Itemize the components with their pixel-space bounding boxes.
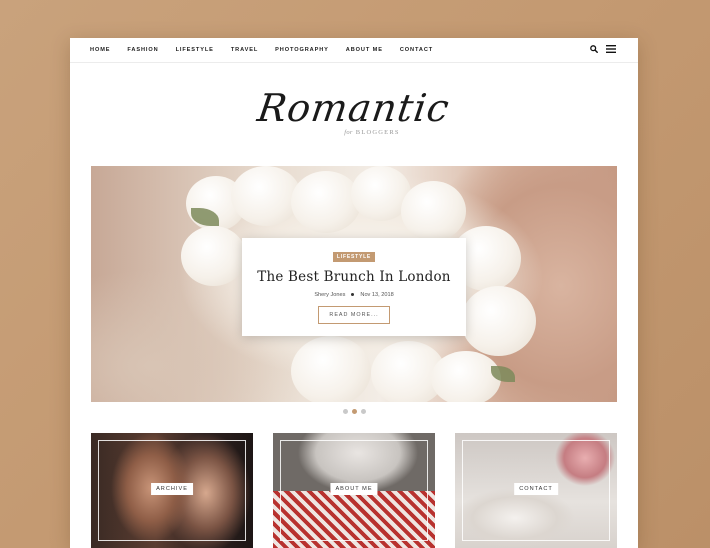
top-navigation-bar: HOME FASHION LIFESTYLE TRAVEL PHOTOGRAPH… xyxy=(70,38,638,63)
featured-slider-image[interactable]: LIFESTYLE The Best Brunch In London Sher… xyxy=(91,166,617,402)
nav-item-contact[interactable]: CONTACT xyxy=(400,47,433,53)
nav-item-about-me[interactable]: ABOUT ME xyxy=(346,47,383,53)
main-menu: HOME FASHION LIFESTYLE TRAVEL PHOTOGRAPH… xyxy=(90,47,450,53)
site-branding: Romantic for BLOGGERS xyxy=(70,86,638,136)
post-author[interactable]: Shery Jones xyxy=(314,292,345,298)
blog-page: HOME FASHION LIFESTYLE TRAVEL PHOTOGRAPH… xyxy=(70,38,638,548)
nav-item-travel[interactable]: TRAVEL xyxy=(231,47,258,53)
meta-separator xyxy=(351,292,355,296)
tagline-text: BLOGGERS xyxy=(355,129,400,136)
category-badge[interactable]: LIFESTYLE xyxy=(332,252,376,262)
slider-pagination xyxy=(70,409,638,414)
slider-dot-active[interactable] xyxy=(351,409,357,414)
hamburger-menu-icon[interactable] xyxy=(606,45,616,53)
promo-tiles: ARCHIVE ABOUT ME CONTACT xyxy=(91,433,617,548)
read-more-button[interactable]: READ MORE... xyxy=(318,306,390,324)
post-meta: Shery Jones Nov 13, 2018 xyxy=(242,292,466,298)
nav-item-fashion[interactable]: FASHION xyxy=(127,47,158,53)
slider-dot[interactable] xyxy=(342,409,348,414)
tagline-prefix: for xyxy=(344,129,353,136)
nav-item-home[interactable]: HOME xyxy=(90,47,110,53)
slider-dot[interactable] xyxy=(360,409,366,414)
contact-tile[interactable]: CONTACT xyxy=(455,433,617,548)
nav-item-photography[interactable]: PHOTOGRAPHY xyxy=(275,47,329,53)
search-icon[interactable] xyxy=(590,45,598,53)
nav-item-lifestyle[interactable]: LIFESTYLE xyxy=(176,47,214,53)
about-me-tile-label[interactable]: ABOUT ME xyxy=(330,483,378,495)
archive-tile-label[interactable]: ARCHIVE xyxy=(151,483,193,495)
header-tools xyxy=(590,45,616,53)
archive-tile[interactable]: ARCHIVE xyxy=(91,433,253,548)
post-date: Nov 13, 2018 xyxy=(360,292,394,298)
site-logo[interactable]: Romantic xyxy=(255,86,453,130)
featured-post-card: LIFESTYLE The Best Brunch In London Sher… xyxy=(242,238,466,336)
site-tagline: for BLOGGERS xyxy=(88,129,638,136)
about-me-tile[interactable]: ABOUT ME xyxy=(273,433,435,548)
post-title[interactable]: The Best Brunch In London xyxy=(242,269,466,285)
contact-tile-label[interactable]: CONTACT xyxy=(514,483,558,495)
